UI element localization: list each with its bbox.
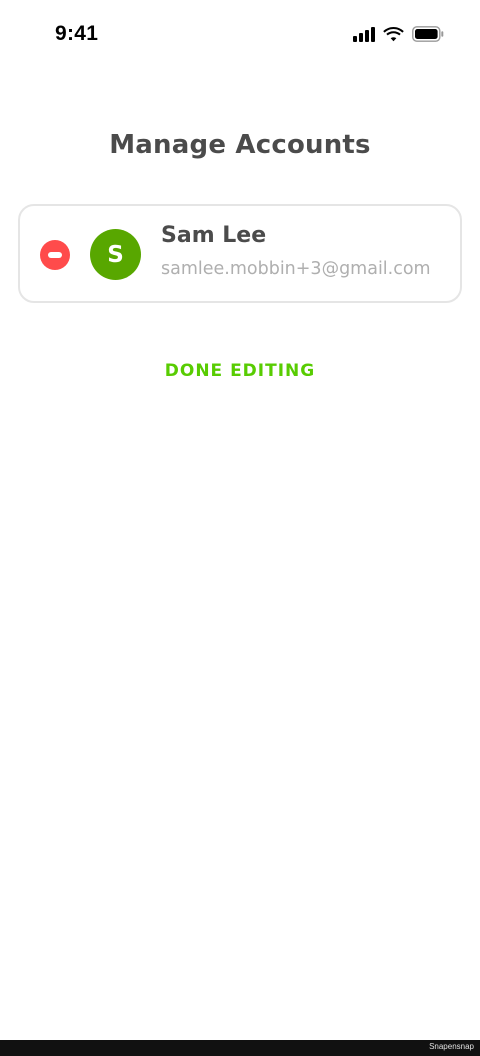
avatar: S (90, 229, 141, 280)
done-editing-button[interactable]: DONE EDITING (140, 355, 340, 387)
account-email: samlee.mobbin+3@gmail.com (161, 259, 431, 279)
status-icons (353, 26, 444, 42)
watermark: Snapensnap (429, 1042, 474, 1051)
battery-icon (412, 26, 444, 42)
status-bar: 9:41 (0, 0, 480, 70)
account-name: Sam Lee (161, 223, 267, 248)
cellular-signal-icon (353, 26, 375, 42)
account-card[interactable]: S Sam Lee samlee.mobbin+3@gmail.com (18, 204, 462, 303)
wifi-icon (383, 27, 404, 42)
minus-circle-icon (48, 252, 62, 258)
bottom-bar: Snapensnap (0, 1040, 480, 1056)
status-time: 9:41 (55, 22, 99, 45)
remove-account-button[interactable] (40, 240, 70, 270)
page-title: Manage Accounts (109, 130, 371, 160)
